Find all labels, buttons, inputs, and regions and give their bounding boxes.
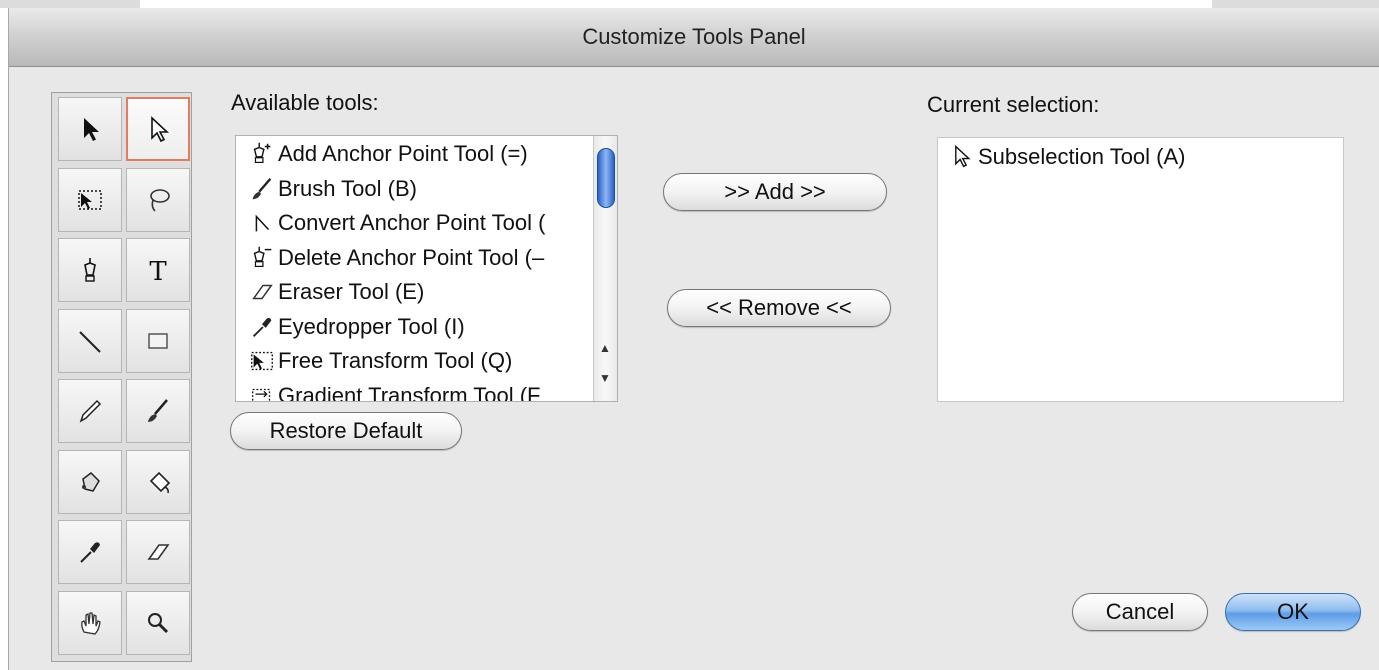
delete-anchor-point-icon: [253, 246, 272, 267]
arrow-white-icon: [151, 116, 170, 143]
arrow-white-icon: [955, 144, 971, 168]
add-anchor-point-icon: [248, 140, 276, 168]
eyedropper-icon: [252, 317, 272, 337]
available-tool-item[interactable]: Add Anchor Point Tool (=): [248, 137, 528, 171]
available-tool-item[interactable]: Gradient Transform Tool (F: [248, 379, 541, 402]
subselection-tool-cell[interactable]: [126, 97, 190, 161]
hand-icon: [81, 611, 101, 635]
svg-text:T: T: [149, 257, 167, 285]
eyedropper-tool-cell[interactable]: [58, 520, 122, 584]
brush-tool-cell[interactable]: [126, 379, 190, 443]
line-icon: [79, 330, 101, 353]
available-tool-item[interactable]: Eraser Tool (E): [248, 275, 424, 309]
current-selection-item[interactable]: Subselection Tool (A): [948, 140, 1186, 174]
scroll-up-arrow-icon[interactable]: ▲: [599, 341, 611, 355]
eraser-icon: [147, 544, 170, 560]
available-tool-label: Convert Anchor Point Tool (: [278, 210, 546, 235]
pen-tool-cell[interactable]: [58, 238, 122, 302]
available-tool-item[interactable]: Eyedropper Tool (I): [248, 310, 465, 344]
tools-panel-preview: T: [51, 92, 192, 662]
selection-tool-cell[interactable]: [58, 97, 122, 161]
eraser-icon: [252, 284, 273, 300]
delete-anchor-point-icon: [248, 244, 276, 272]
rectangle-icon: [148, 332, 168, 349]
current-selection-list[interactable]: Subselection Tool (A): [937, 137, 1344, 402]
eyedropper-icon: [248, 313, 276, 341]
eraser-tool-cell[interactable]: [126, 520, 190, 584]
gradient-transform-icon: [248, 382, 276, 401]
lasso-icon: [150, 188, 170, 212]
remove-button[interactable]: << Remove <<: [667, 289, 891, 327]
dialog-title: Customize Tools Panel: [9, 8, 1379, 67]
scrollbar-thumb[interactable]: [597, 148, 615, 208]
available-tool-item[interactable]: Convert Anchor Point Tool (: [248, 206, 545, 240]
brush-icon: [148, 399, 168, 422]
available-tool-label: Add Anchor Point Tool (=): [278, 141, 528, 166]
window-edge: [1212, 0, 1379, 8]
restore-default-button[interactable]: Restore Default: [230, 412, 462, 450]
brush-icon: [248, 175, 276, 203]
available-tools-list[interactable]: Gradient Transform Tool (F Free Transform…: [235, 135, 618, 402]
available-tools-scrollbar[interactable]: ▲ ▼: [593, 136, 617, 401]
arrow-black-icon: [84, 118, 99, 141]
text-tool-cell[interactable]: T: [126, 238, 190, 302]
paint-bucket-icon: [149, 471, 171, 493]
ok-button[interactable]: OK: [1225, 593, 1361, 631]
available-tool-item[interactable]: Delete Anchor Point Tool (–: [248, 241, 544, 275]
cancel-button[interactable]: Cancel: [1072, 593, 1208, 631]
available-tool-label: Eyedropper Tool (I): [278, 313, 465, 339]
pencil-icon: [79, 399, 102, 423]
gradient-transform-icon: [252, 388, 271, 401]
paint-bucket-tool-cell[interactable]: [126, 449, 190, 514]
pen-icon: [84, 258, 96, 282]
available-tools-label: Available tools:: [231, 90, 379, 115]
rectangle-tool-cell[interactable]: [126, 308, 190, 373]
free-transform-icon: [248, 347, 276, 375]
available-tool-label: Free Transform Tool (Q): [278, 348, 513, 373]
ink-bottle-tool-cell[interactable]: [58, 449, 122, 514]
line-tool-cell[interactable]: [58, 308, 122, 373]
eyedropper-icon: [80, 542, 100, 563]
free-transform-icon: [78, 189, 102, 210]
eraser-icon: [248, 278, 276, 306]
ink-bottle-icon: [82, 471, 100, 492]
customize-tools-dialog: Customize Tools Panel T Available tools:…: [8, 8, 1379, 670]
zoom-tool-cell[interactable]: [126, 590, 190, 655]
window-edge: [0, 0, 140, 8]
arrow-white-icon: [948, 143, 976, 171]
pencil-tool-cell[interactable]: [58, 379, 122, 443]
convert-anchor-point-icon: [248, 209, 276, 237]
add-anchor-point-icon: [253, 142, 271, 164]
free-transform-icon: [251, 351, 273, 371]
hand-tool-cell[interactable]: [58, 590, 122, 655]
scroll-down-arrow-icon[interactable]: ▼: [599, 371, 611, 385]
free-transform-tool-cell[interactable]: [58, 167, 122, 232]
available-tool-item[interactable]: Brush Tool (B): [248, 172, 417, 206]
available-tool-label: Brush Tool (B): [278, 175, 417, 201]
available-tool-label: Delete Anchor Point Tool (–: [278, 244, 545, 270]
current-selection-label-text: Subselection Tool (A): [978, 144, 1186, 169]
add-button[interactable]: >> Add >>: [663, 173, 887, 211]
available-tool-label: Gradient Transform Tool (F: [278, 382, 541, 402]
convert-anchor-point-icon: [255, 214, 270, 232]
lasso-tool-cell[interactable]: [126, 167, 190, 232]
brush-icon: [252, 177, 272, 199]
available-tool-label: Eraser Tool (E): [278, 279, 425, 304]
available-tool-item[interactable]: Free Transform Tool (Q): [248, 344, 512, 378]
current-selection-label: Current selection:: [927, 92, 1100, 117]
zoom-icon: [148, 612, 169, 633]
text-icon: T: [149, 257, 167, 285]
